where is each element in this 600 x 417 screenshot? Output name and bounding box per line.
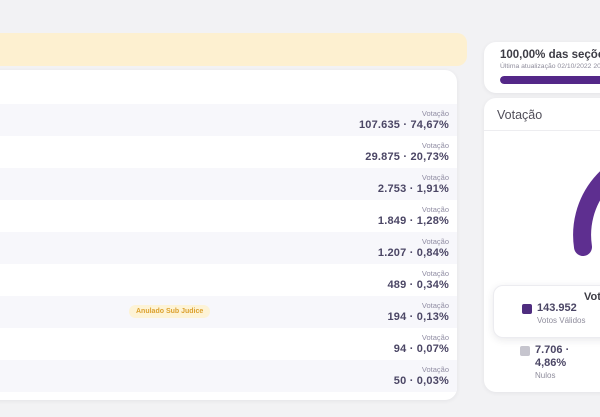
gauge-tooltip-title: Votos Válidos: [584, 291, 600, 303]
valid-votes-label: Votos Válidos: [537, 315, 585, 326]
valid-votes-swatch: [522, 304, 532, 314]
candidate-row[interactable]: Votação 1.207 · 0,84%: [0, 232, 457, 264]
totalization-progress-track: [500, 76, 600, 84]
candidates-results-card: Votação 107.635 · 74,67% Votação 29.875 …: [0, 70, 457, 400]
candidate-row[interactable]: Votação 107.635 · 74,67%: [0, 104, 457, 136]
votacao-value: 2.753 · 1,91%: [378, 182, 449, 196]
votacao-label: Votação: [387, 269, 449, 278]
votacao-panel: Votação Votos Válidos 143.952 Votos Váli…: [484, 98, 600, 392]
totalization-title: 100,00% das seções totalizadas: [500, 49, 600, 61]
votacao-panel-title: Votação: [484, 98, 600, 131]
null-votes-value: 7.706 ·: [535, 344, 569, 357]
votacao-label: Votação: [359, 109, 449, 118]
votacao-label: Votação: [378, 173, 449, 182]
candidate-row[interactable]: Anulado Sub Judice Votação 194 · 0,13%: [0, 296, 457, 328]
votacao-label: Votação: [378, 237, 449, 246]
null-votes-percent: 4,86%: [535, 357, 569, 370]
totalization-summary-card: 100,00% das seções totalizadas Última at…: [484, 42, 600, 93]
null-votes-swatch: [520, 346, 530, 356]
candidates-list: Votação 107.635 · 74,67% Votação 29.875 …: [0, 104, 457, 392]
candidate-row[interactable]: Votação 29.875 · 20,73%: [0, 136, 457, 168]
valid-votes-value: 143.952: [537, 302, 585, 315]
votacao-value: 94 · 0,07%: [394, 342, 449, 356]
last-update-text: Última atualização 02/10/2022 20:15: [500, 63, 600, 70]
candidate-row[interactable]: Votação 2.753 · 1,91%: [0, 168, 457, 200]
candidate-row[interactable]: Votação 94 · 0,07%: [0, 328, 457, 360]
highlight-banner: [0, 33, 467, 66]
candidate-row[interactable]: Votação 1.849 · 1,28%: [0, 200, 457, 232]
gauge-tooltip: Votos Válidos 143.952 Votos Válidos: [493, 285, 600, 338]
candidate-row[interactable]: Votação 489 · 0,34%: [0, 264, 457, 296]
votacao-value: 1.207 · 0,84%: [378, 246, 449, 260]
votacao-label: Votação: [365, 141, 449, 150]
null-votes-label: Nulos: [535, 370, 569, 381]
candidate-row[interactable]: Votação 50 · 0,03%: [0, 360, 457, 392]
votacao-value: 194 · 0,13%: [387, 310, 449, 324]
votacao-value: 489 · 0,34%: [387, 278, 449, 292]
votacao-label: Votação: [387, 301, 449, 310]
votacao-value: 50 · 0,03%: [394, 374, 449, 388]
votacao-label: Votação: [394, 333, 449, 342]
votacao-label: Votação: [394, 365, 449, 374]
votacao-value: 29.875 · 20,73%: [365, 150, 449, 164]
votacao-label: Votação: [378, 205, 449, 214]
gauge-valid-votes-arc: [582, 155, 600, 247]
totalization-progress-bar: [500, 76, 600, 84]
election-results-page: { "banner": { "color": "#fdf0d0" }, "res…: [0, 0, 600, 417]
sub-judice-badge: Anulado Sub Judice: [129, 305, 210, 318]
votacao-value: 1.849 · 1,28%: [378, 214, 449, 228]
votacao-value: 107.635 · 74,67%: [359, 118, 449, 132]
